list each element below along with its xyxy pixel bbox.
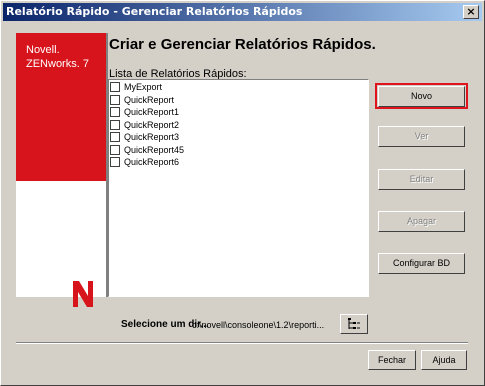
list-item[interactable]: QuickReport45 bbox=[109, 144, 368, 157]
close-button[interactable]: × bbox=[463, 5, 479, 19]
edit-button[interactable]: Editar bbox=[378, 169, 465, 190]
report-checkbox[interactable] bbox=[110, 107, 120, 118]
report-checkbox[interactable] bbox=[110, 119, 120, 130]
report-checkbox[interactable] bbox=[110, 144, 120, 155]
delete-button[interactable]: Apagar bbox=[378, 211, 465, 232]
list-item[interactable]: QuickReport2 bbox=[109, 119, 368, 132]
dialog-window: Relatório Rápido - Gerenciar Relatórios … bbox=[0, 0, 485, 386]
folder-tree-icon bbox=[348, 318, 360, 329]
report-name: QuickReport45 bbox=[124, 144, 185, 155]
report-checkbox[interactable] bbox=[110, 94, 120, 105]
report-name: QuickReport1 bbox=[124, 107, 180, 118]
brand-zenworks: ZENworks. 7 bbox=[26, 58, 89, 70]
novell-banner: Novell. ZENworks. 7 bbox=[16, 33, 108, 307]
report-name: QuickReport3 bbox=[124, 132, 180, 143]
report-list[interactable]: MyExport QuickReport QuickReport1 QuickR… bbox=[108, 79, 369, 297]
configure-db-button[interactable]: Configurar BD bbox=[378, 253, 465, 274]
list-item[interactable]: MyExport bbox=[109, 81, 368, 94]
report-checkbox[interactable] bbox=[110, 82, 120, 93]
list-item[interactable]: QuickReport6 bbox=[109, 156, 368, 169]
report-name: QuickReport bbox=[124, 94, 175, 105]
report-name: MyExport bbox=[124, 82, 163, 93]
new-button[interactable]: Novo bbox=[378, 86, 465, 107]
help-button[interactable]: Ajuda bbox=[421, 350, 467, 370]
list-item[interactable]: QuickReport3 bbox=[109, 131, 368, 144]
novell-n-logo-icon bbox=[73, 281, 93, 307]
list-item[interactable]: QuickReport1 bbox=[109, 106, 368, 119]
list-item[interactable]: QuickReport bbox=[109, 94, 368, 107]
report-name: QuickReport2 bbox=[124, 119, 180, 130]
browse-button[interactable] bbox=[340, 314, 368, 334]
close-dialog-button[interactable]: Fechar bbox=[368, 350, 416, 370]
report-checkbox[interactable] bbox=[110, 132, 120, 143]
directory-path: c:\novell\consoleone\1.2\reporti... bbox=[192, 320, 325, 330]
banner-red-panel: Novell. ZENworks. 7 bbox=[16, 33, 106, 181]
title-bar[interactable]: Relatório Rápido - Gerenciar Relatórios … bbox=[3, 3, 482, 21]
footer-separator bbox=[16, 342, 468, 344]
window-title: Relatório Rápido - Gerenciar Relatórios … bbox=[6, 5, 303, 18]
report-name: QuickReport6 bbox=[124, 157, 180, 168]
brand-novell: Novell. bbox=[26, 44, 60, 56]
report-checkbox[interactable] bbox=[110, 157, 120, 168]
view-button[interactable]: Ver bbox=[378, 126, 465, 147]
banner-white-panel bbox=[16, 181, 106, 307]
page-title: Criar e Gerenciar Relatórios Rápidos. bbox=[109, 36, 376, 53]
